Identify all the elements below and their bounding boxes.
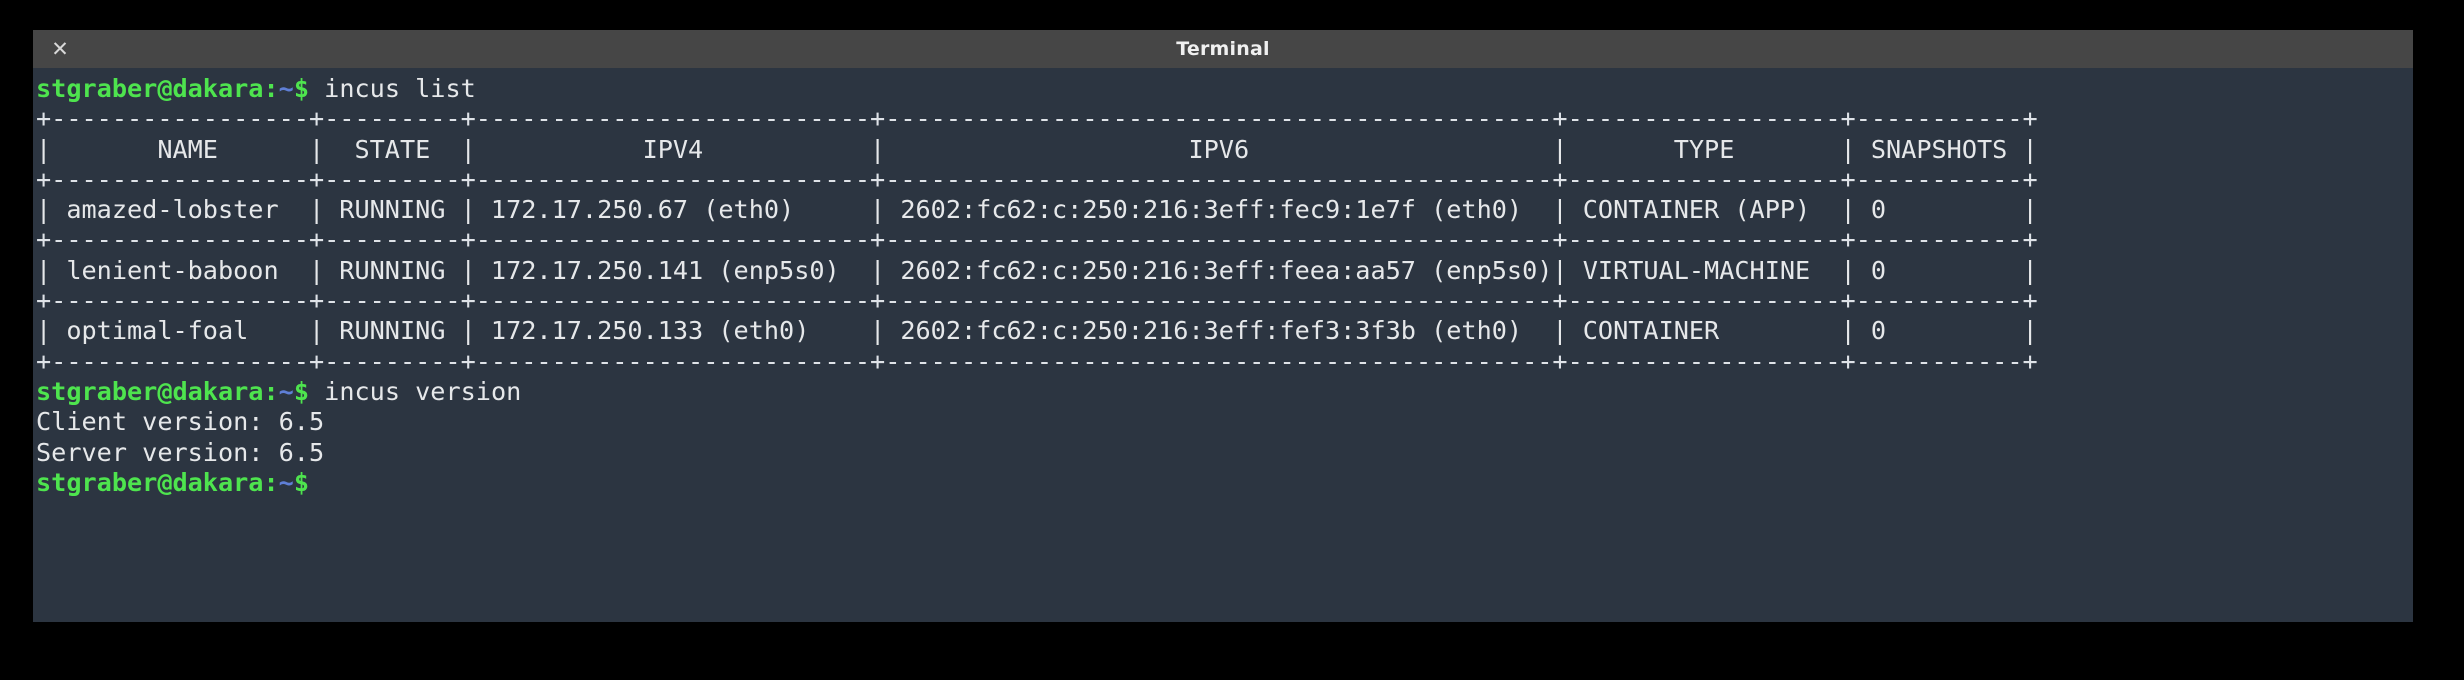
prompt-separator: : [263,74,279,103]
terminal-content-area[interactable]: stgraber@dakara:~$ incus list +----------… [33,68,2413,622]
prompt-symbol: $ [293,74,309,103]
table-row: | optimal-foal | RUNNING | 172.17.250.13… [36,316,2038,346]
prompt-userhost: stgraber@dakara [36,74,264,103]
table-rule-1: +-----------------+---------+-----------… [36,225,2038,255]
command-incus-version: incus version [309,377,521,406]
desktop-background: ✕ Terminal stgraber@dakara:~$ incus list… [0,0,2464,680]
terminal-line-prompt-current: stgraber@dakara:~$ [36,468,2413,498]
table-rule-bottom: +-----------------+---------+-----------… [36,346,2038,376]
terminal-window: ✕ Terminal stgraber@dakara:~$ incus list… [33,30,2413,622]
table-rule-2: +-----------------+---------+-----------… [36,286,2038,316]
command-incus-list-text: incus list [324,74,476,103]
table-row: | amazed-lobster | RUNNING | 172.17.250.… [36,195,2038,225]
prompt-symbol: $ [293,376,309,406]
table-rule-top: +-----------------+---------+-----------… [36,104,2038,134]
terminal-line-prompt-list: stgraber@dakara:~$ incus list [36,74,2413,104]
prompt-path: ~ [278,376,294,406]
command-incus-list: incus list [309,74,476,103]
window-title: Terminal [1176,38,1270,60]
prompt-userhost: stgraber@dakara [36,376,264,406]
close-icon[interactable]: ✕ [43,30,77,68]
prompt-path: ~ [278,467,294,497]
command-incus-version-text: incus version [324,376,522,406]
terminal-screen[interactable]: stgraber@dakara:~$ incus list +----------… [36,74,2413,498]
prompt-userhost: stgraber@dakara [36,467,264,497]
table-header-row: | NAME | STATE | IPV4 | IPV6 | TYPE | SN… [36,134,2038,164]
prompt-separator: : [263,467,279,497]
table-rule-header: +-----------------+---------+-----------… [36,164,2038,194]
window-titlebar[interactable]: ✕ Terminal [33,30,2413,68]
prompt-separator: : [263,376,279,406]
prompt-path: ~ [278,74,294,103]
prompt-symbol: $ [293,467,309,497]
table-row: | lenient-baboon | RUNNING | 172.17.250.… [36,255,2038,285]
server-version-line: Server version: 6.5 [36,437,325,467]
terminal-line-prompt-version: stgraber@dakara:~$ incus version [36,377,2413,407]
client-version-line: Client version: 6.5 [36,407,325,437]
